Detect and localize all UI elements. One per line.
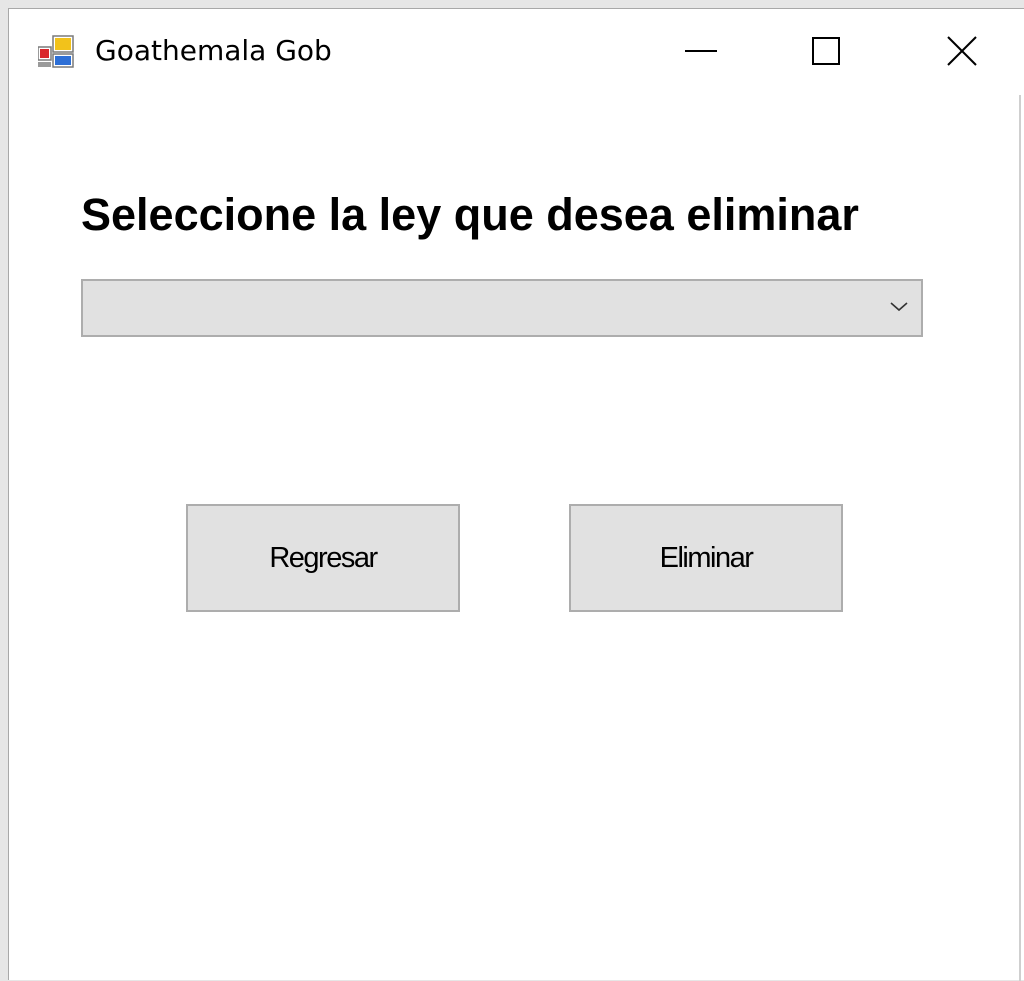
window-title: Goathemala Gob — [95, 34, 332, 67]
close-button[interactable] — [899, 9, 1024, 93]
chevron-down-icon — [890, 302, 908, 312]
back-button[interactable]: Regresar — [186, 504, 460, 612]
delete-button[interactable]: Eliminar — [569, 504, 843, 612]
minimize-icon — [685, 50, 717, 52]
minimize-button[interactable] — [639, 9, 763, 93]
maximize-button[interactable] — [764, 9, 888, 93]
window-right-edge — [1019, 95, 1021, 981]
law-select-dropdown[interactable] — [81, 279, 923, 337]
app-window: Goathemala Gob Seleccione la ley que des… — [8, 8, 1024, 981]
title-bar[interactable]: Goathemala Gob — [9, 9, 1024, 93]
app-window-icon — [38, 35, 74, 68]
close-icon — [947, 36, 977, 66]
page-heading: Seleccione la ley que desea eliminar — [81, 189, 859, 240]
maximize-icon — [812, 37, 840, 65]
